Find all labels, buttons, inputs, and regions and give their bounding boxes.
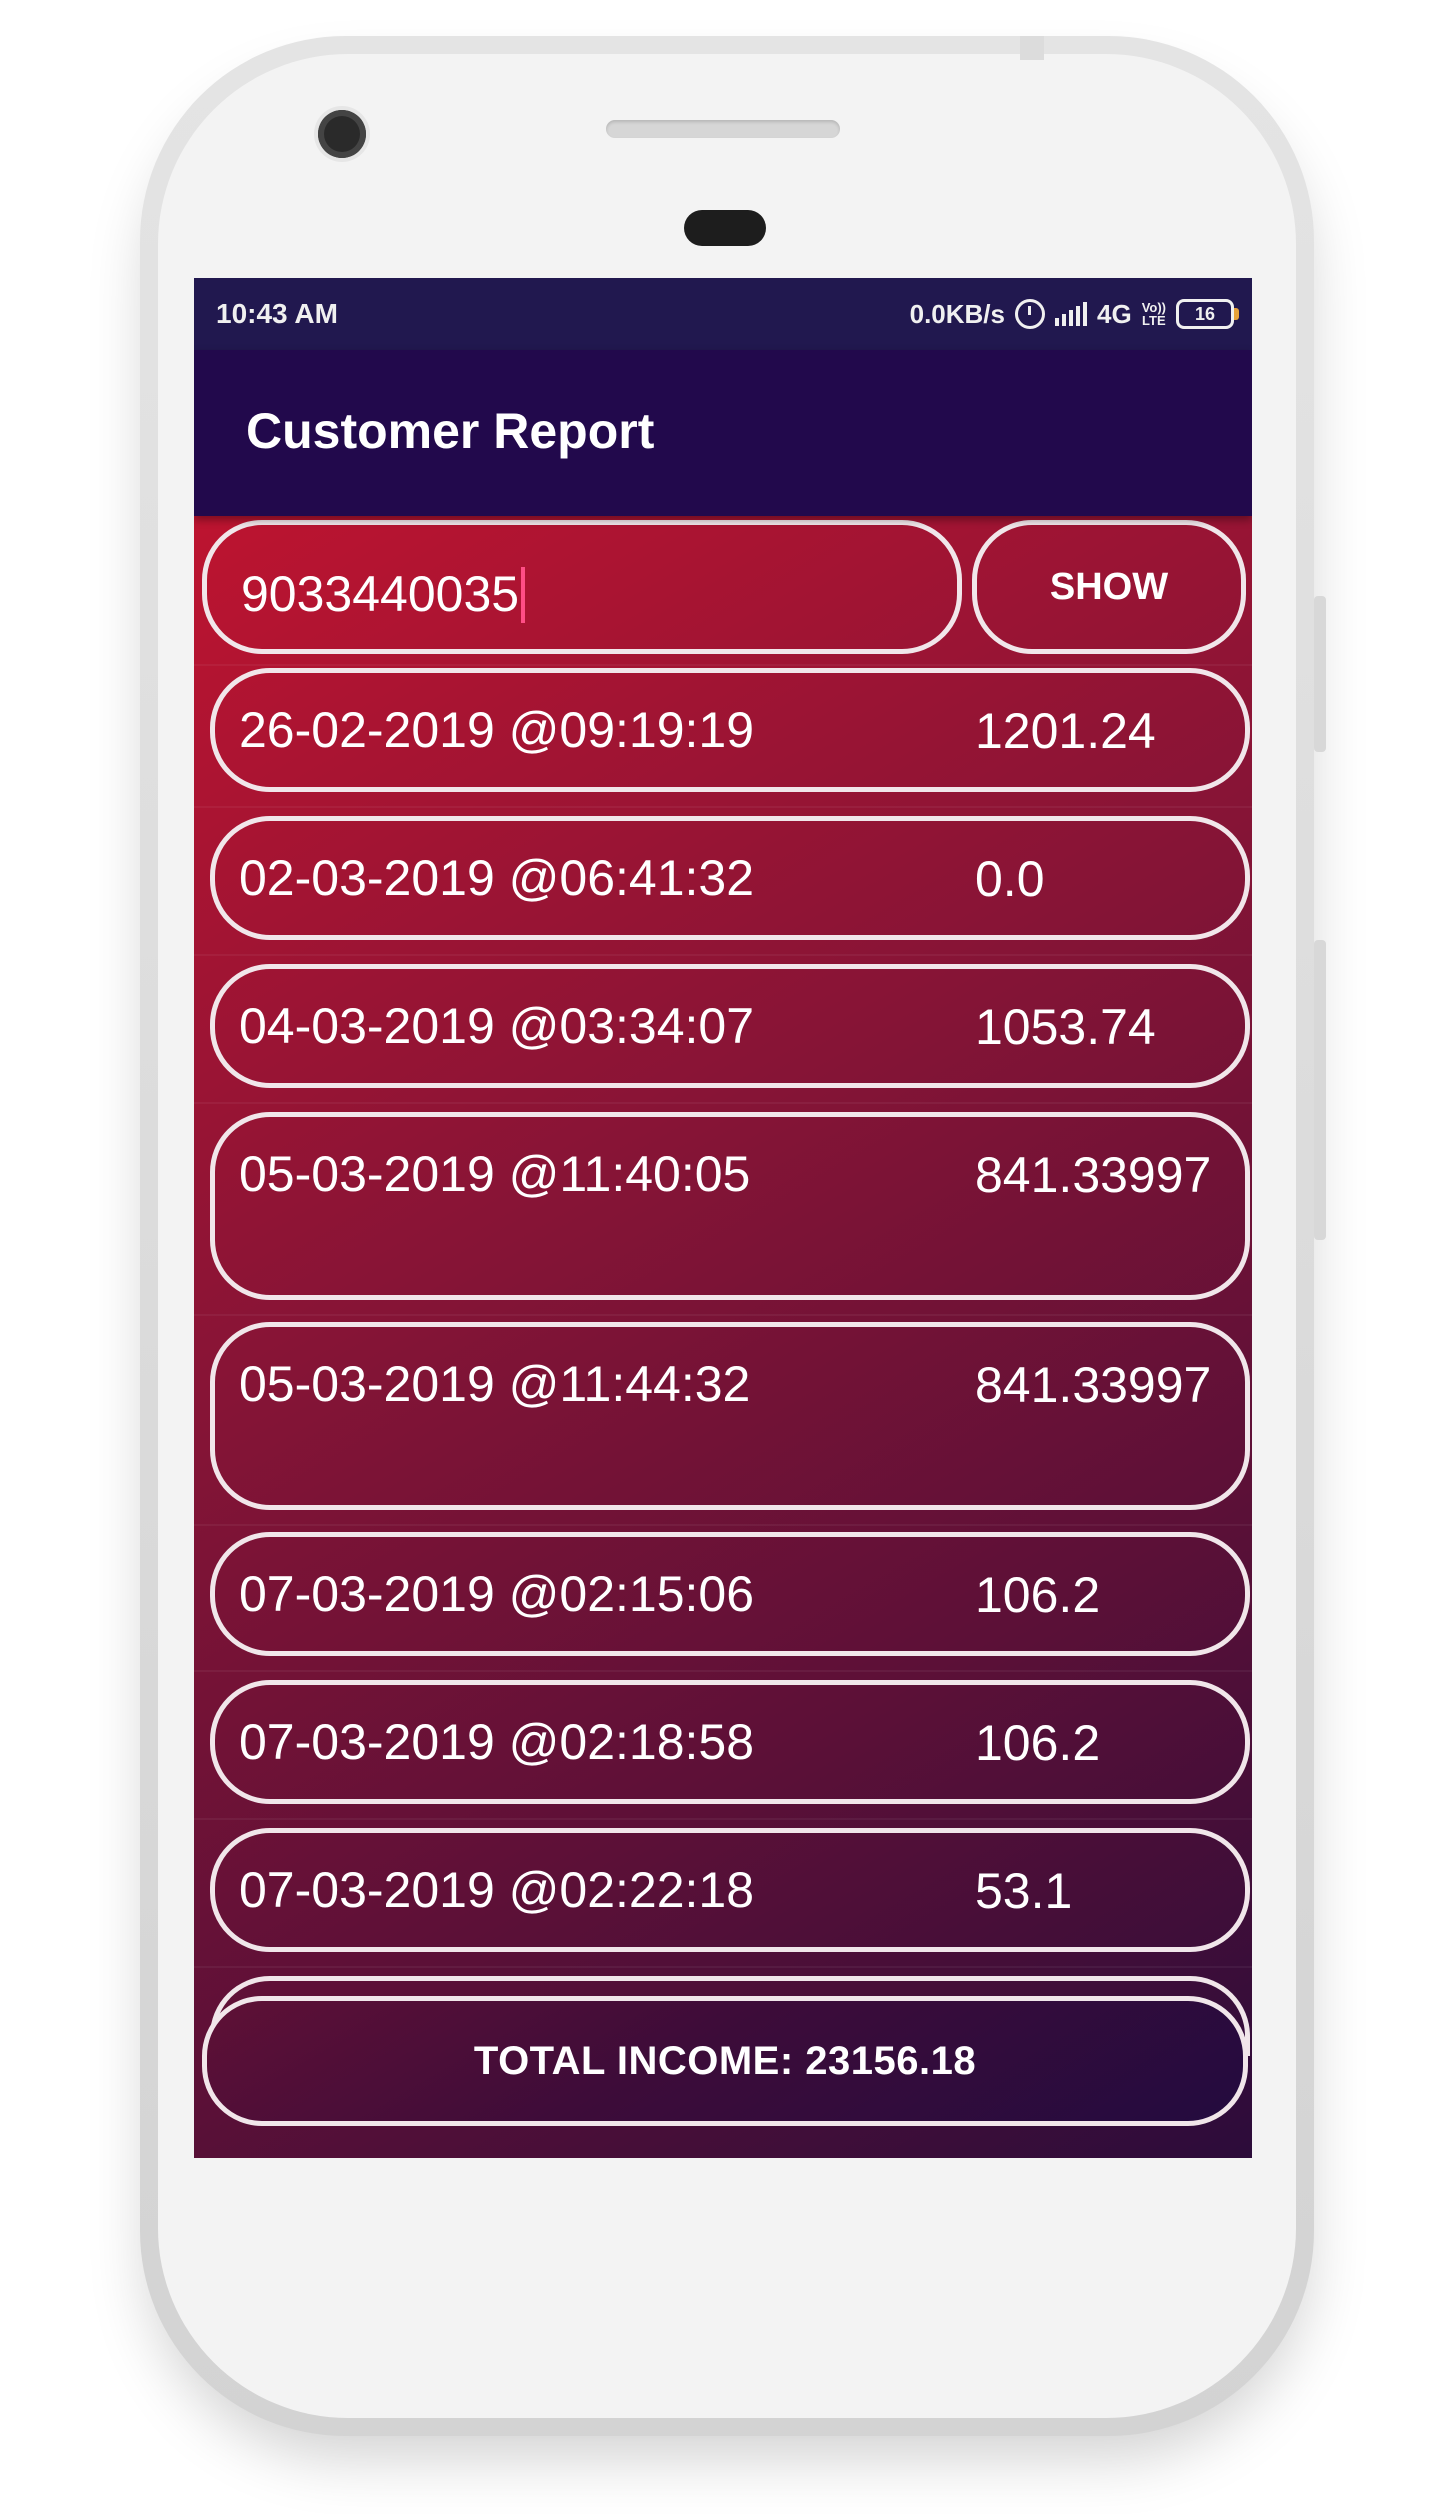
row-date: 07-03-2019 @02:18:58 [239, 1714, 755, 1770]
network-type: 4G [1097, 298, 1132, 329]
row-date: 07-03-2019 @02:15:06 [239, 1566, 755, 1622]
row-amount: 841.33997 [975, 1357, 1212, 1413]
battery-icon: 16 [1176, 299, 1239, 329]
row-amount: 106.2 [975, 1715, 1101, 1771]
report-content: 9033440035 SHOW 26-02-2019 @09:19:19 120… [194, 516, 1252, 2158]
report-row[interactable]: 05-03-2019 @11:40:05 841.33997 [210, 1112, 1250, 1300]
app-screen: 10:43 AM 0.0KB/s 4G Vo)) LTE 16 Customer… [194, 278, 1252, 2158]
phone-number-input[interactable]: 9033440035 [202, 520, 962, 654]
speaker-grille [606, 120, 840, 138]
status-bar: 10:43 AM 0.0KB/s 4G Vo)) LTE 16 [194, 278, 1252, 350]
report-row[interactable]: 05-03-2019 @11:44:32 841.33997 [210, 1322, 1250, 1510]
page-title: Customer Report [246, 403, 655, 459]
row-amount: 1201.24 [975, 703, 1156, 759]
divider [194, 1670, 1252, 1672]
divider [194, 1818, 1252, 1820]
row-amount: 841.33997 [975, 1147, 1212, 1203]
text-cursor [521, 567, 526, 623]
show-button[interactable]: SHOW [972, 520, 1246, 654]
total-income-bar: TOTAL INCOME: 23156.18 [202, 1996, 1248, 2126]
row-amount: 1053.74 [975, 999, 1156, 1055]
divider [194, 1524, 1252, 1526]
signal-icon [1055, 302, 1087, 326]
total-income-label: TOTAL INCOME: 23156.18 [473, 2038, 977, 2083]
front-camera-icon [318, 110, 366, 158]
phone-number-value-wrapper: 9033440035 [241, 565, 526, 623]
report-row[interactable]: 07-03-2019 @02:22:18 53.1 [210, 1828, 1250, 1952]
report-row[interactable]: 26-02-2019 @09:19:19 1201.24 [210, 668, 1250, 792]
volte-icon: Vo)) LTE [1142, 301, 1166, 327]
alarm-icon [1015, 299, 1045, 329]
status-time: 10:43 AM [216, 298, 338, 329]
row-date: 02-03-2019 @06:41:32 [239, 850, 755, 906]
divider [194, 1314, 1252, 1316]
phone-top-button [1020, 36, 1044, 60]
divider [194, 1966, 1252, 1968]
report-row[interactable]: 07-03-2019 @02:15:06 106.2 [210, 1532, 1250, 1656]
network-speed: 0.0KB/s [909, 298, 1005, 329]
row-amount: 53.1 [975, 1863, 1073, 1919]
battery-level: 16 [1194, 303, 1216, 324]
earpiece [684, 210, 766, 246]
report-row[interactable]: 07-03-2019 @02:18:58 106.2 [210, 1680, 1250, 1804]
divider [194, 806, 1252, 808]
divider [194, 954, 1252, 956]
row-date: 07-03-2019 @02:22:18 [239, 1862, 755, 1918]
report-row[interactable]: 02-03-2019 @06:41:32 0.0 [210, 816, 1250, 940]
row-amount: 0.0 [975, 851, 1045, 907]
volte-line-2: LTE [1142, 313, 1166, 328]
row-date: 26-02-2019 @09:19:19 [239, 702, 755, 758]
row-date: 05-03-2019 @11:44:32 [239, 1356, 751, 1412]
status-icons: 0.0KB/s 4G Vo)) LTE 16 [909, 296, 1239, 332]
volume-button [1314, 596, 1326, 752]
row-date: 05-03-2019 @11:40:05 [239, 1146, 751, 1202]
divider [194, 664, 1252, 666]
app-bar: Customer Report [194, 350, 1252, 516]
row-amount: 106.2 [975, 1567, 1101, 1623]
power-button [1314, 940, 1326, 1240]
show-button-label: SHOW [1049, 565, 1169, 608]
report-row[interactable]: 04-03-2019 @03:34:07 1053.74 [210, 964, 1250, 1088]
row-date: 04-03-2019 @03:34:07 [239, 998, 755, 1054]
divider [194, 1102, 1252, 1104]
device-mockup: 10:43 AM 0.0KB/s 4G Vo)) LTE 16 Customer… [0, 0, 1454, 2514]
phone-number-value: 9033440035 [241, 566, 520, 622]
